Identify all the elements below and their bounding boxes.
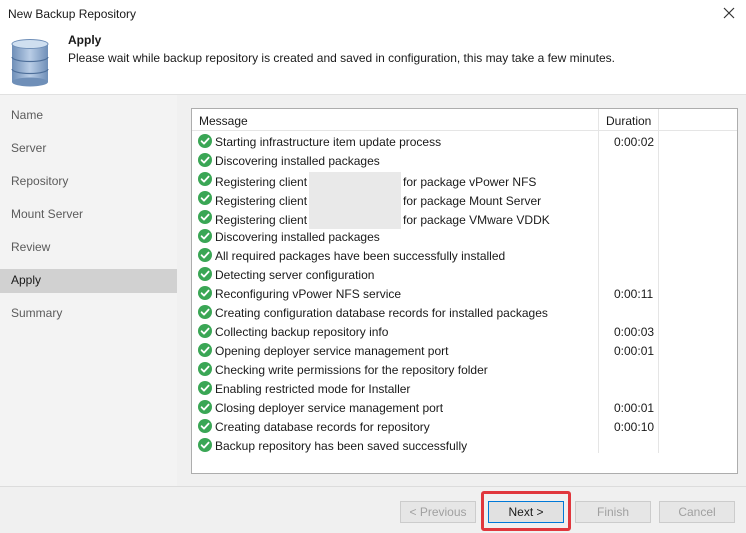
success-check-icon xyxy=(198,419,212,433)
row-message: Closing deployer service management port xyxy=(215,401,444,415)
success-check-icon xyxy=(198,248,212,262)
row-message: Reconfiguring vPower NFS service xyxy=(215,287,402,301)
row-duration: 0:00:11 xyxy=(614,287,654,301)
table-row[interactable]: Starting infrastructure item update proc… xyxy=(192,132,737,151)
row-message-suffix: for package VMware VDDK xyxy=(403,213,550,227)
table-row[interactable]: Closing deployer service management port… xyxy=(192,398,737,417)
row-message: Backup repository has been saved success… xyxy=(215,439,468,453)
success-check-icon xyxy=(198,400,212,414)
sidebar-item-summary[interactable]: Summary xyxy=(0,302,177,326)
success-check-icon xyxy=(198,343,212,357)
row-message: Detecting server configuration xyxy=(215,268,375,282)
success-check-icon xyxy=(198,324,212,338)
table-row[interactable]: Reconfiguring vPower NFS service 0:00:11 xyxy=(192,284,737,303)
step-description: Please wait while backup repository is c… xyxy=(68,51,615,65)
row-message-suffix: for package Mount Server xyxy=(403,194,542,208)
sidebar-item-repository[interactable]: Repository xyxy=(0,170,177,194)
success-check-icon xyxy=(198,134,212,148)
table-row[interactable]: Creating configuration database records … xyxy=(192,303,737,322)
success-check-icon xyxy=(198,286,212,300)
table-row[interactable]: All required packages have been successf… xyxy=(192,246,737,265)
row-message: Opening deployer service management port xyxy=(215,344,449,358)
wizard-steps-sidebar: Name Server Repository Mount Server Revi… xyxy=(0,94,177,486)
column-header-message[interactable]: Message xyxy=(199,114,248,128)
table-row[interactable]: Opening deployer service management port… xyxy=(192,341,737,360)
row-duration: 0:00:03 xyxy=(614,325,655,339)
success-check-icon xyxy=(198,210,212,224)
sidebar-item-server[interactable]: Server xyxy=(0,137,177,161)
sidebar-item-apply[interactable]: Apply xyxy=(0,269,177,293)
row-duration: 0:00:01 xyxy=(614,401,655,415)
row-duration: 0:00:01 xyxy=(614,344,655,358)
sidebar-item-mount-server[interactable]: Mount Server xyxy=(0,203,177,227)
step-title: Apply xyxy=(68,33,102,47)
table-row[interactable]: Checking write permissions for the repos… xyxy=(192,360,737,379)
table-row[interactable]: Registering client for package Mount Serv… xyxy=(192,189,737,210)
success-check-icon xyxy=(198,267,212,281)
table-row[interactable]: Creating database records for repository… xyxy=(192,417,737,436)
success-check-icon xyxy=(198,381,212,395)
sidebar-item-review[interactable]: Review xyxy=(0,236,177,260)
success-check-icon xyxy=(198,153,212,167)
database-icon xyxy=(10,39,50,87)
row-duration: 0:00:10 xyxy=(614,420,655,434)
wizard-header: Apply Please wait while backup repositor… xyxy=(0,28,746,94)
table-row[interactable]: Enabling restricted mode for Installer xyxy=(192,379,737,398)
next-button-highlight xyxy=(481,491,571,531)
success-check-icon xyxy=(198,229,212,243)
finish-button[interactable]: Finish xyxy=(575,501,651,523)
success-check-icon xyxy=(198,191,212,205)
row-message: Enabling restricted mode for Installer xyxy=(215,382,411,396)
row-message: Starting infrastructure item update proc… xyxy=(215,135,442,149)
row-message: Checking write permissions for the repos… xyxy=(215,363,488,377)
row-message-prefix: Registering client xyxy=(215,194,308,208)
sidebar-item-name[interactable]: Name xyxy=(0,104,177,128)
table-row[interactable]: Collecting backup repository info 0:00:03 xyxy=(192,322,737,341)
success-check-icon xyxy=(198,172,212,186)
row-message: Creating database records for repository xyxy=(215,420,430,434)
row-message-prefix: Registering client xyxy=(215,213,308,227)
window-title: New Backup Repository xyxy=(8,7,137,21)
row-message: All required packages have been successf… xyxy=(215,249,506,263)
table-row[interactable]: Registering client for package vPower NFS xyxy=(192,170,737,191)
table-row[interactable]: Detecting server configuration xyxy=(192,265,737,284)
row-message: Discovering installed packages xyxy=(215,154,380,168)
row-message: Creating configuration database records … xyxy=(215,306,548,320)
row-message-suffix: for package vPower NFS xyxy=(403,175,537,189)
table-header: Message Duration xyxy=(192,109,737,131)
apply-log-table[interactable]: Message Duration Starting infrastructure… xyxy=(191,108,738,474)
column-header-duration[interactable]: Duration xyxy=(606,114,651,128)
table-row[interactable]: Discovering installed packages xyxy=(192,227,737,246)
success-check-icon xyxy=(198,438,212,452)
cancel-button[interactable]: Cancel xyxy=(659,501,735,523)
close-icon[interactable] xyxy=(720,4,738,22)
table-row[interactable]: Backup repository has been saved success… xyxy=(192,436,737,455)
table-row[interactable]: Registering client for package VMware VDD… xyxy=(192,208,737,229)
row-message: Discovering installed packages xyxy=(215,230,380,244)
previous-button[interactable]: < Previous xyxy=(400,501,476,523)
row-duration: 0:00:02 xyxy=(614,135,655,149)
row-message: Collecting backup repository info xyxy=(215,325,389,339)
title-bar: New Backup Repository xyxy=(0,0,746,28)
success-check-icon xyxy=(198,362,212,376)
table-row[interactable]: Discovering installed packages xyxy=(192,151,737,170)
success-check-icon xyxy=(198,305,212,319)
wizard-footer: < Previous Next > Finish Cancel xyxy=(0,486,746,533)
row-message-prefix: Registering client xyxy=(215,175,308,189)
